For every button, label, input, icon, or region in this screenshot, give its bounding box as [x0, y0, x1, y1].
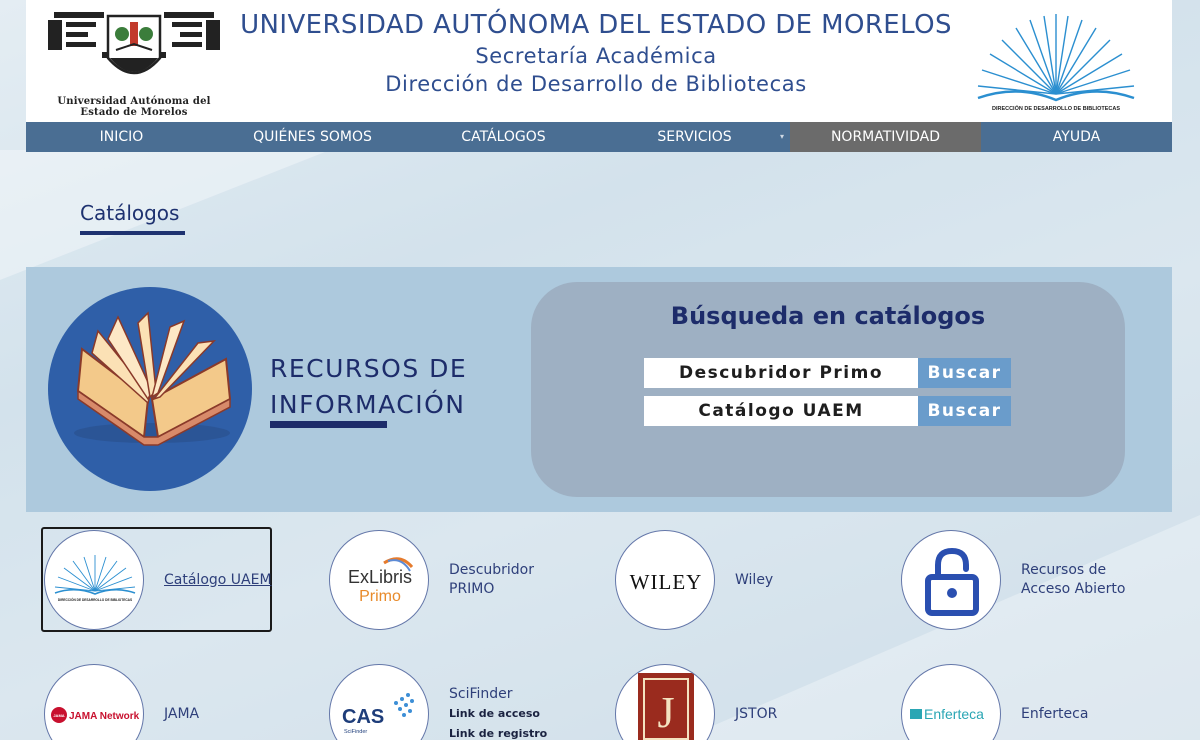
nav-catalogos[interactable]: CATÁLOGOS — [408, 122, 599, 152]
scifinder-register-link[interactable]: Link de registro — [449, 724, 547, 740]
resource-jstor[interactable]: J JSTOR — [615, 664, 777, 740]
resource-scifinder[interactable]: CAS SciFinder SciFinder Link de acceso L… — [329, 664, 547, 740]
resources-banner: RECURSOS DE INFORMACIÓN Búsqueda en catá… — [26, 267, 1172, 512]
university-logo[interactable]: Universidad Autónoma del Estado de Morel… — [46, 6, 222, 118]
catalog-search-panel: Búsqueda en catálogos Descubridor Primo … — [531, 282, 1125, 497]
library-logo[interactable]: DIRECCIÓN DE DESARROLLO DE BIBLIOTECAS — [974, 12, 1138, 116]
page-title: Catálogos — [80, 201, 180, 225]
search-title: Búsqueda en catálogos — [670, 302, 986, 330]
jama-badge-text: JAMA — [53, 713, 64, 718]
direccion-title: Dirección de Desarrollo de Bibliotecas — [385, 72, 807, 96]
resource-enferteca[interactable]: Enferteca Enferteca — [901, 664, 1088, 740]
resource-wiley[interactable]: WILEY Wiley — [615, 530, 773, 630]
wiley-logo: WILEY — [615, 530, 715, 630]
primo-label[interactable]: Descubridor PRIMO — [449, 561, 534, 599]
lock-icon — [901, 530, 1001, 630]
uaem-field[interactable]: Catálogo UAEM — [644, 396, 918, 426]
enferteca-logo: Enferteca — [901, 664, 1001, 740]
nav-normatividad[interactable]: NORMATIVIDAD — [790, 122, 981, 152]
nav-servicios-label: SERVICIOS — [657, 129, 732, 145]
main-nav: INICIO QUIÉNES SOMOS CATÁLOGOS SERVICIOS… — [26, 122, 1172, 152]
nav-servicios[interactable]: SERVICIOS ▾ — [599, 122, 790, 152]
resource-primo[interactable]: ExLibris Primo Descubridor PRIMO — [329, 530, 534, 630]
cas-sub-text: SciFinder — [344, 729, 367, 735]
jstor-label[interactable]: JSTOR — [735, 705, 777, 724]
search-row-primo: Descubridor Primo Buscar — [644, 358, 1012, 388]
exlibris-primo-logo: ExLibris Primo — [329, 530, 429, 630]
acceso-abierto-label[interactable]: Recursos de Acceso Abierto — [1021, 561, 1125, 599]
secretaria-title: Secretaría Académica — [475, 44, 717, 68]
catalogo-uaem-logo: DIRECCIÓN DE DESARROLLO DE BIBLIOTECAS — [44, 530, 144, 630]
library-logo-text: DIRECCIÓN DE DESARROLLO DE BIBLIOTECAS — [992, 104, 1120, 112]
site-header: Universidad Autónoma del Estado de Morel… — [26, 0, 1172, 122]
scifinder-access-link[interactable]: Link de acceso — [449, 704, 547, 724]
cas-text: CAS — [342, 706, 384, 728]
header-titles: UNIVERSIDAD AUTÓNOMA DEL ESTADO DE MOREL… — [226, 8, 966, 98]
title-underline — [80, 231, 185, 235]
nav-quienes-somos[interactable]: QUIÉNES SOMOS — [217, 122, 408, 152]
jama-label[interactable]: JAMA — [164, 705, 199, 724]
jstor-letter: J — [657, 688, 674, 737]
uaem-search-button[interactable]: Buscar — [918, 396, 1011, 426]
jstor-logo: J — [615, 664, 715, 740]
wiley-label[interactable]: Wiley — [735, 571, 773, 590]
nav-inicio[interactable]: INICIO — [26, 122, 217, 152]
scifinder-label: SciFinder Link de acceso Link de registr… — [449, 685, 547, 740]
cas-scifinder-logo: CAS SciFinder — [329, 664, 429, 740]
catalogo-logo-text: DIRECCIÓN DE DESARROLLO DE BIBLIOTECAS — [58, 597, 132, 602]
resource-jama[interactable]: JAMA JAMA Network JAMA — [44, 664, 199, 740]
exlibris-text: ExLibris — [348, 567, 412, 587]
recursos-underline — [270, 421, 387, 428]
enferteca-logo-text: Enferteca — [924, 706, 984, 722]
university-name: Universidad Autónoma del Estado de Morel… — [57, 96, 211, 118]
open-book-rays-icon: DIRECCIÓN DE DESARROLLO DE BIBLIOTECAS — [977, 14, 1135, 112]
scifinder-title[interactable]: SciFinder — [449, 685, 547, 704]
university-title: UNIVERSIDAD AUTÓNOMA DEL ESTADO DE MOREL… — [240, 10, 952, 40]
open-book-icon — [48, 287, 252, 491]
chevron-down-icon[interactable]: ▾ — [780, 122, 784, 152]
catalogo-uaem-label[interactable]: Catálogo UAEM — [164, 571, 272, 590]
nav-ayuda[interactable]: AYUDA — [981, 122, 1172, 152]
resource-catalogo-uaem[interactable]: DIRECCIÓN DE DESARROLLO DE BIBLIOTECAS C… — [44, 530, 272, 630]
jama-network-logo: JAMA JAMA Network — [44, 664, 144, 740]
primo-text: Primo — [359, 588, 401, 605]
primo-field[interactable]: Descubridor Primo — [644, 358, 918, 388]
recursos-heading: RECURSOS DE INFORMACIÓN — [270, 354, 468, 419]
wiley-logo-text: WILEY — [630, 570, 703, 594]
search-row-uaem: Catálogo UAEM Buscar — [644, 396, 1012, 426]
university-crest-icon — [48, 12, 220, 75]
primo-search-button[interactable]: Buscar — [918, 358, 1011, 388]
jama-network-text: JAMA Network — [69, 711, 140, 722]
open-book-rays-icon: DIRECCIÓN DE DESARROLLO DE BIBLIOTECAS — [54, 555, 136, 602]
resource-acceso-abierto[interactable]: Recursos de Acceso Abierto — [901, 530, 1125, 630]
enferteca-label[interactable]: Enferteca — [1021, 705, 1088, 724]
